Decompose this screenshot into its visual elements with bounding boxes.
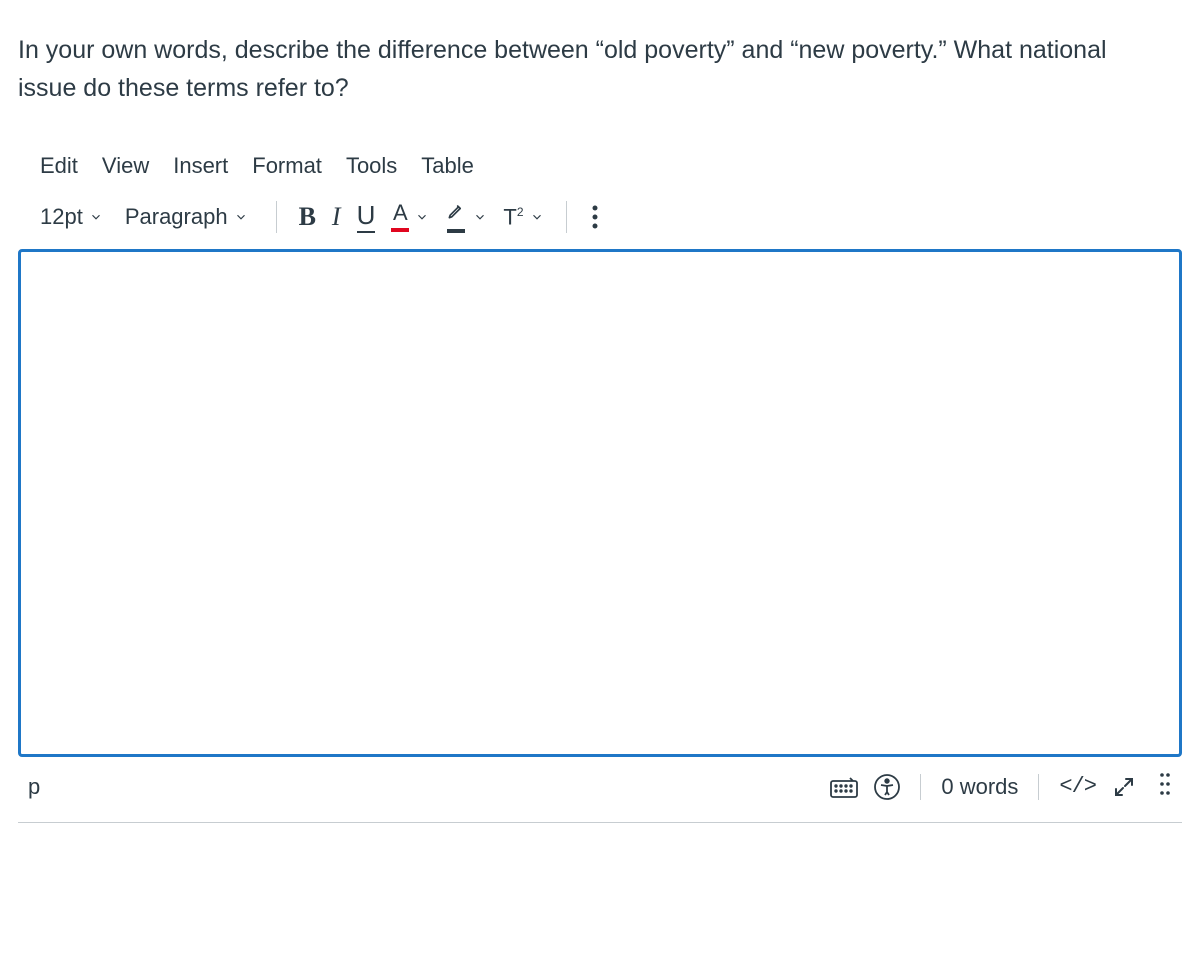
editor-menubar: Edit View Insert Format Tools Table [36, 147, 1164, 195]
menu-edit[interactable]: Edit [40, 153, 78, 179]
highlight-color-dropdown[interactable] [437, 201, 495, 233]
accessibility-checker-button[interactable] [874, 774, 900, 800]
text-color-icon: A [393, 202, 408, 224]
superscript-dropdown[interactable]: T2 [495, 206, 551, 228]
keyboard-shortcuts-button[interactable] [830, 776, 858, 798]
superscript-icon: T2 [503, 206, 523, 228]
block-format-label: Paragraph [125, 206, 228, 228]
menu-format[interactable]: Format [252, 153, 322, 179]
toolbar-divider [276, 201, 277, 233]
statusbar-divider [920, 774, 921, 800]
question-text: In your own words, describe the differen… [18, 32, 1138, 107]
block-format-dropdown[interactable]: Paragraph [117, 206, 262, 228]
chevron-down-icon [89, 210, 103, 224]
keyboard-icon [830, 776, 858, 798]
chevron-down-icon [530, 210, 544, 224]
editor-toolbar: 12pt Paragraph B I U A [36, 195, 1164, 249]
fullscreen-button[interactable] [1112, 775, 1136, 799]
font-size-dropdown[interactable]: 12pt [40, 206, 117, 228]
word-count: 0 words [941, 774, 1018, 800]
resize-handle[interactable] [1152, 771, 1178, 802]
menu-insert[interactable]: Insert [173, 153, 228, 179]
highlight-color-swatch [447, 229, 465, 233]
font-size-label: 12pt [40, 206, 83, 228]
toolbar-divider [566, 201, 567, 233]
italic-button[interactable]: I [324, 204, 349, 230]
editor-statusbar: p [18, 757, 1182, 812]
more-options-button[interactable] [581, 204, 609, 230]
menu-table[interactable]: Table [421, 153, 474, 179]
text-color-dropdown[interactable]: A [383, 202, 437, 232]
accessibility-icon [874, 774, 900, 800]
bold-button[interactable]: B [291, 204, 324, 230]
drag-handle-icon [1158, 771, 1172, 797]
statusbar-divider [1038, 774, 1039, 800]
chevron-down-icon [473, 210, 487, 224]
bottom-divider [18, 822, 1182, 823]
highlighter-icon [445, 201, 467, 225]
menu-tools[interactable]: Tools [346, 153, 397, 179]
kebab-icon [591, 204, 599, 230]
text-color-swatch [391, 228, 409, 232]
menu-view[interactable]: View [102, 153, 149, 179]
element-path[interactable]: p [22, 774, 40, 800]
html-view-button[interactable]: </> [1059, 774, 1096, 799]
underline-button[interactable]: U [349, 202, 384, 233]
chevron-down-icon [415, 210, 429, 224]
expand-icon [1112, 775, 1136, 799]
chevron-down-icon [234, 210, 248, 224]
editor-content-area[interactable] [18, 249, 1182, 757]
